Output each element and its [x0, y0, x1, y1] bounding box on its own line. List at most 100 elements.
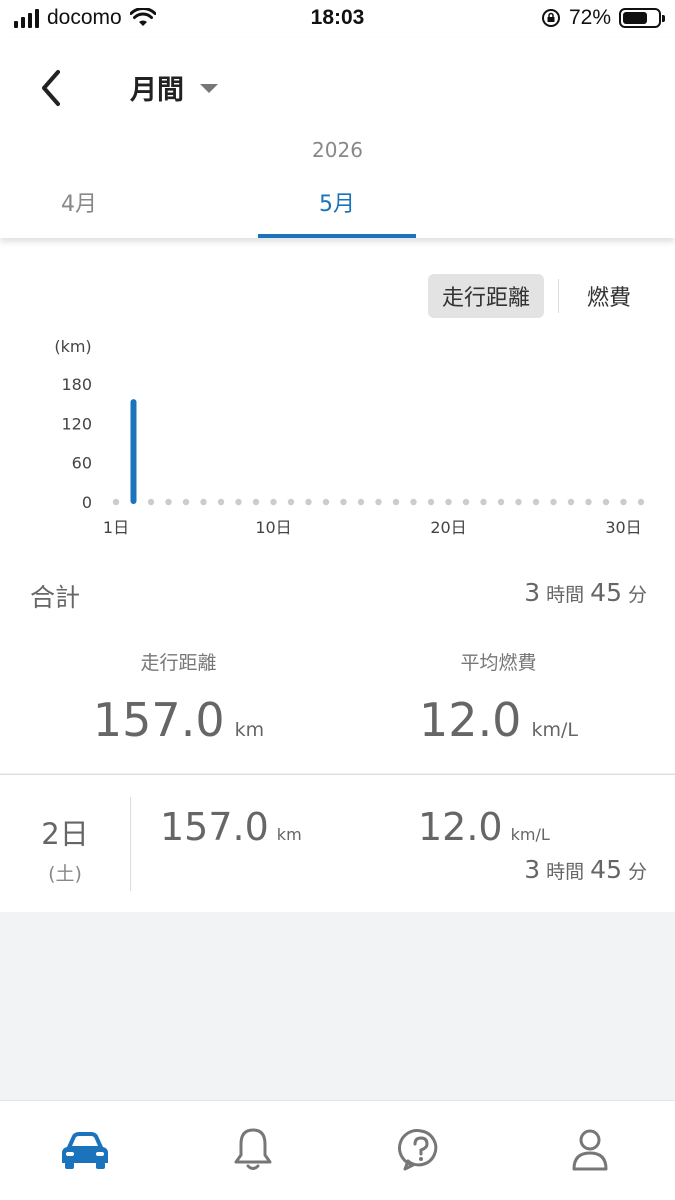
status-bar: docomo 18:03 72% [0, 0, 675, 38]
chart-empty-dot [392, 498, 400, 506]
average-fuel-stat: 平均燃費 12.0 km/L [330, 648, 667, 747]
day-weekday: (土) [48, 863, 82, 885]
day-fuel: 12.0 km/L [418, 805, 550, 849]
chart-empty-dot [112, 498, 120, 506]
help-icon [398, 1129, 438, 1171]
back-button[interactable] [30, 66, 74, 110]
x-tick-label: 30日 [605, 518, 641, 537]
distance-value: 157.0 [92, 693, 225, 747]
chart-empty-dot [462, 498, 470, 506]
day-minutes-unit: 分 [627, 861, 647, 883]
distance-value-row: 157.0 km [10, 693, 347, 747]
y-tick-label: 180 [61, 375, 92, 394]
chart-empty-dot [217, 498, 225, 506]
chart-empty-dot [585, 498, 592, 506]
nav-car-button[interactable] [57, 1125, 113, 1175]
day-hours: 3 [524, 855, 541, 884]
bell-icon [234, 1128, 272, 1170]
tab-current-month[interactable]: 5月 [258, 186, 416, 238]
header: 月間 2026 4月 5月 [0, 38, 675, 238]
chevron-left-icon [42, 70, 60, 106]
chart-empty-dot [532, 498, 540, 506]
y-tick-label: 0 [82, 493, 92, 512]
nav-help-button[interactable] [393, 1125, 449, 1175]
chart-empty-dot [567, 498, 575, 506]
day-distance: 157.0 km [160, 805, 302, 849]
distance-unit: km [234, 719, 265, 741]
summary-duration: 3 時間 45 分 [524, 578, 647, 607]
tab-prev-month[interactable]: 4月 [0, 186, 158, 238]
chart-empty-dot [602, 498, 610, 506]
toggle-distance-button[interactable]: 走行距離 [427, 274, 544, 318]
period-selector[interactable]: 月間 [130, 68, 218, 107]
x-tick-label: 1日 [103, 518, 129, 537]
summary-minutes-unit: 分 [627, 584, 647, 606]
x-tick-label: 20日 [430, 518, 466, 537]
bottom-nav [0, 1100, 675, 1200]
toggle-divider [557, 279, 559, 313]
chart-empty-dot [550, 498, 557, 506]
chart-empty-dot [480, 498, 487, 506]
chart-empty-dot [200, 498, 207, 506]
chart-empty-dot [375, 498, 382, 506]
distance-label: 走行距離 [140, 652, 217, 674]
day-fuel-unit: km/L [510, 825, 550, 844]
y-tick-label: 60 [72, 454, 92, 473]
day-distance-unit: km [276, 825, 302, 844]
caret-down-icon [200, 84, 218, 93]
fuel-value: 12.0 [419, 693, 522, 747]
chart-empty-dot [165, 498, 172, 506]
fuel-unit: km/L [531, 719, 578, 741]
battery-percent: 72% [568, 6, 611, 29]
chart-empty-dot [620, 498, 627, 506]
summary-hours: 3 [524, 578, 541, 607]
page-title: 月間 [130, 75, 184, 106]
chart-empty-dot [270, 498, 277, 506]
day-number: 2日 [41, 817, 89, 851]
metric-toggle: 走行距離 燃費 [427, 274, 645, 318]
y-tick-label: 120 [61, 414, 92, 433]
status-right: 72% [541, 6, 665, 30]
chart-empty-dot [515, 498, 522, 506]
chart-empty-dot [410, 498, 417, 506]
fuel-label: 平均燃費 [460, 652, 537, 674]
total-distance-stat: 走行距離 157.0 km [10, 648, 347, 747]
chart-empty-dot [252, 498, 260, 506]
day-fuel-value: 12.0 [418, 805, 503, 849]
tab-underline [258, 234, 416, 238]
user-icon [572, 1129, 608, 1171]
day-minutes: 45 [590, 855, 622, 884]
day-duration: 3 時間 45 分 [524, 855, 647, 884]
day-entry-row[interactable]: 2日 (土) 157.0 km 12.0 km/L 3 時間 45 分 [0, 774, 675, 912]
x-tick-label: 10日 [255, 518, 291, 537]
chart-empty-dot [287, 498, 295, 506]
summary-hours-unit: 時間 [546, 584, 585, 606]
day-hours-unit: 時間 [546, 861, 585, 883]
chart-empty-dot [427, 498, 435, 506]
nav-account-button[interactable] [562, 1125, 618, 1175]
toggle-fuel-button[interactable]: 燃費 [573, 274, 645, 318]
chart-empty-dot [445, 498, 452, 506]
day-distance-value: 157.0 [160, 805, 269, 849]
y-axis-label: (km) [54, 337, 91, 356]
chart-empty-dot [322, 498, 330, 506]
day-divider [130, 797, 131, 891]
summary-minutes: 45 [590, 578, 622, 607]
chart-empty-dot [637, 498, 645, 506]
rotation-lock-icon [541, 9, 560, 27]
nav-notifications-button[interactable] [225, 1125, 281, 1175]
battery-icon [619, 8, 665, 28]
chart-empty-dot [235, 498, 242, 506]
chart-empty-dot [340, 498, 347, 506]
chart-bar [130, 399, 137, 504]
chart-empty-dot [497, 498, 505, 506]
chart-empty-dot [357, 498, 365, 506]
year-label: 2026 [312, 138, 363, 162]
tab-label: 5月 [319, 192, 355, 217]
car-icon [62, 1132, 108, 1169]
distance-chart: (km) 0 60 120 180 1日 10日 20日 30日 [54, 337, 645, 537]
fuel-value-row: 12.0 km/L [330, 693, 667, 747]
summary-label: 合計 [30, 583, 81, 612]
chart-section: 走行距離 燃費 (km) 0 60 120 180 1日 10日 20日 30日 合計 3 … [0, 238, 675, 773]
chart-empty-dot [182, 498, 190, 506]
